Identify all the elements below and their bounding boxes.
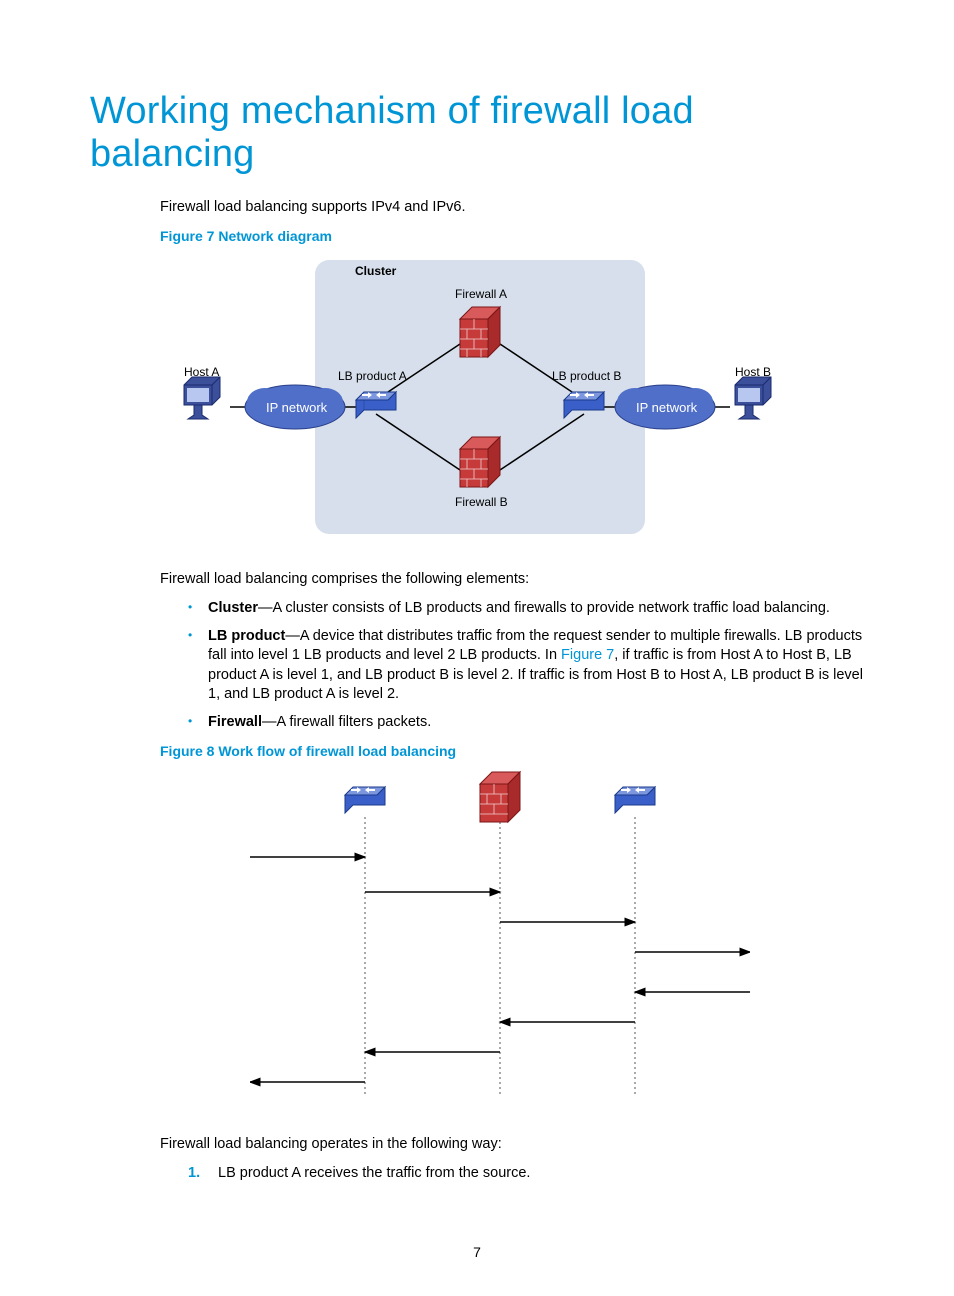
figure-8-caption: Figure 8 Work flow of firewall load bala… xyxy=(160,743,864,759)
term-lb-product: LB product xyxy=(208,628,285,644)
svg-text:IP network: IP network xyxy=(636,400,698,415)
firewall-icon xyxy=(480,772,520,822)
figure-7: Cluster Host A IP network xyxy=(160,252,864,542)
list-item: LB product—A device that distributes tra… xyxy=(188,627,864,705)
firewall-b-icon xyxy=(460,437,500,487)
host-b-icon xyxy=(735,377,771,419)
page-number: 7 xyxy=(0,1244,954,1260)
list-item: Firewall—A firewall filters packets. xyxy=(188,713,864,733)
step-1: LB product A receives the traffic from t… xyxy=(188,1164,864,1184)
page-title: Working mechanism of firewall load balan… xyxy=(90,90,864,176)
svg-text:IP network: IP network xyxy=(266,400,328,415)
figure-8 xyxy=(250,767,864,1107)
elements-list: Cluster—A cluster consists of LB product… xyxy=(90,599,864,732)
steps-list: LB product A receives the traffic from t… xyxy=(90,1164,864,1184)
firewall-a-label: Firewall A xyxy=(455,287,507,301)
firewall-b-label: Firewall B xyxy=(455,495,508,509)
intro-text: Firewall load balancing supports IPv4 an… xyxy=(90,198,864,218)
cluster-label: Cluster xyxy=(355,264,397,278)
lb-b-label: LB product B xyxy=(552,369,621,383)
list-item: Cluster—A cluster consists of LB product… xyxy=(188,599,864,619)
desc-firewall: —A firewall filters packets. xyxy=(262,714,431,730)
figure-7-link[interactable]: Figure 7 xyxy=(561,647,614,663)
lb-left-icon xyxy=(345,787,385,813)
lb-a-label: LB product A xyxy=(338,369,407,383)
ip-network-left: IP network xyxy=(245,385,345,429)
host-a-label: Host A xyxy=(184,365,219,379)
desc-cluster: —A cluster consists of LB products and f… xyxy=(258,600,830,616)
firewall-a-icon xyxy=(460,307,500,357)
figure-7-caption: Figure 7 Network diagram xyxy=(160,228,864,244)
host-b-label: Host B xyxy=(735,365,771,379)
term-cluster: Cluster xyxy=(208,600,258,616)
host-a-icon xyxy=(184,377,220,419)
elements-intro: Firewall load balancing comprises the fo… xyxy=(90,570,864,590)
lb-right-icon xyxy=(615,787,655,813)
ip-network-right: IP network xyxy=(615,385,715,429)
term-firewall: Firewall xyxy=(208,714,262,730)
page: Working mechanism of firewall load balan… xyxy=(0,0,954,1296)
operates-intro: Firewall load balancing operates in the … xyxy=(90,1135,864,1155)
